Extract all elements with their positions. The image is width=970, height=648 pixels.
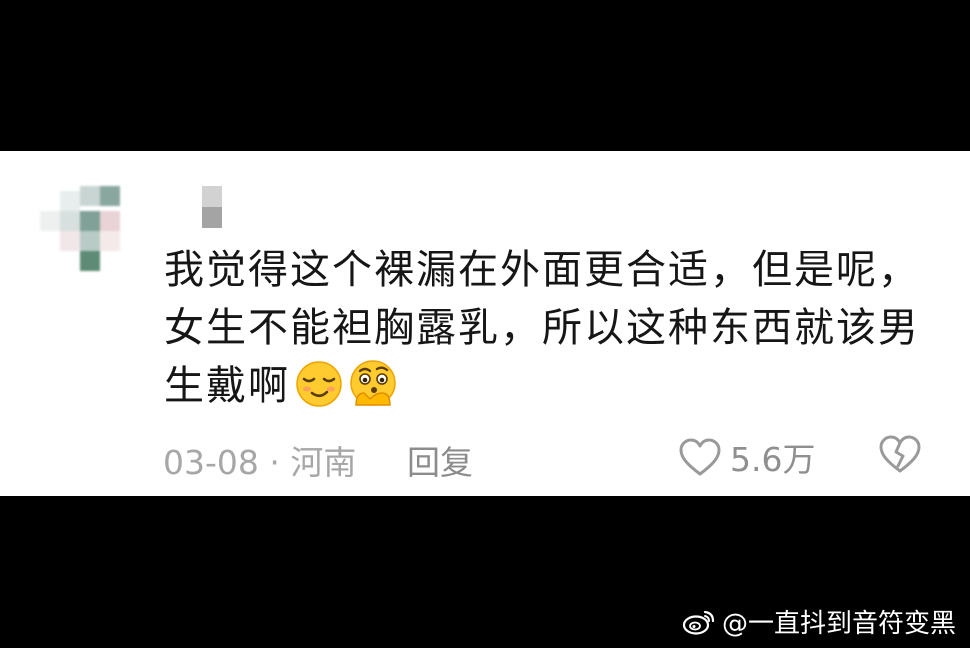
thinking-emoji-icon: [350, 360, 396, 406]
meta-separator: ·: [269, 443, 280, 482]
username[interactable]: [202, 186, 222, 228]
like-button[interactable]: 5.6万: [678, 433, 815, 481]
comment-line: 女生不能袒胸露乳，所以这种东西就该男: [164, 305, 920, 351]
smirk-emoji-icon: [296, 361, 342, 407]
top-black-bar: [0, 0, 970, 151]
comment-location: 河南: [290, 443, 357, 482]
comment-card: 我觉得这个裸漏在外面更合适，但是呢， 女生不能袒胸露乳，所以这种东西就该男 生戴…: [0, 151, 970, 496]
heart-icon: [679, 438, 721, 476]
watermark-text: @一直抖到音符变黑: [721, 609, 956, 639]
comment-meta: 03-08 · 河南: [163, 436, 356, 484]
comment-line: 生戴啊: [164, 357, 924, 415]
broken-heart-icon[interactable]: [878, 434, 922, 474]
avatar[interactable]: [40, 186, 130, 276]
comment-text: 我觉得这个裸漏在外面更合适，但是呢， 女生不能袒胸露乳，所以这种东西就该男 生戴…: [164, 241, 924, 415]
comment-line: 我觉得这个裸漏在外面更合适，但是呢，: [164, 247, 920, 293]
like-count: 5.6万: [730, 440, 816, 479]
watermark: @一直抖到音符变黑: [682, 603, 956, 640]
weibo-icon: [682, 610, 715, 635]
comment-line-text: 生戴啊: [164, 363, 290, 409]
comment-date: 03-08: [163, 443, 259, 482]
reply-button[interactable]: 回复: [407, 436, 473, 484]
